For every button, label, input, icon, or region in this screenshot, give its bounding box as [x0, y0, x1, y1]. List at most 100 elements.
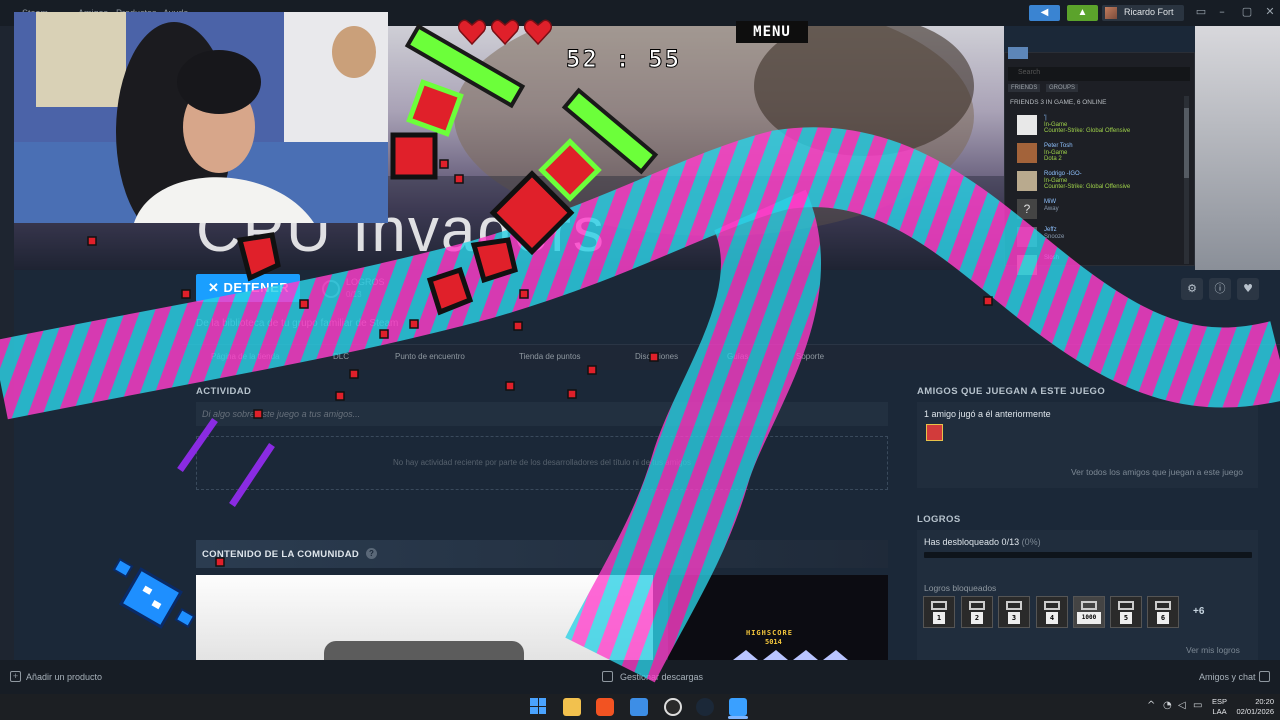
- achievement-badge[interactable]: 1: [923, 596, 955, 628]
- friend-avatar[interactable]: [926, 424, 943, 441]
- community-card-2[interactable]: HIGHSCORE 5014: [668, 575, 888, 660]
- subnav-dlc[interactable]: DLC: [333, 352, 349, 361]
- chevron-up-icon[interactable]: ^: [1147, 700, 1155, 711]
- badge-label: 6: [1157, 612, 1169, 624]
- help-icon[interactable]: ?: [366, 548, 377, 559]
- badge-label: 1000: [1077, 612, 1101, 624]
- heart-icon: [490, 19, 520, 46]
- info-icon: ⓘ: [1214, 282, 1226, 295]
- friend-row[interactable]: Peter Tosh In-Game Dota 2: [1017, 143, 1177, 165]
- achievement-badge[interactable]: 5: [1110, 596, 1142, 628]
- steam-icon[interactable]: [696, 698, 714, 716]
- stop-label: DETENER: [223, 280, 290, 295]
- see-all-friends-link[interactable]: Ver todos los amigos que juegan a este j…: [917, 467, 1243, 477]
- folder-icon[interactable]: [563, 698, 581, 716]
- more-achievements[interactable]: +6: [1193, 606, 1204, 617]
- user-menu[interactable]: Ricardo Fort: [1102, 5, 1184, 21]
- maximize-button[interactable]: ▢: [1239, 4, 1255, 20]
- friend-status: Away: [1044, 205, 1059, 212]
- announcements-button[interactable]: ◀: [1029, 5, 1060, 21]
- achievements-count: 0/13: [346, 290, 362, 299]
- game-menu-button[interactable]: MENU: [736, 21, 808, 43]
- achievements-label[interactable]: LOGROS: [346, 277, 385, 287]
- subnav-guides[interactable]: Guías: [727, 352, 748, 361]
- avatar: [1017, 255, 1037, 275]
- friends-scrollbar-thumb[interactable]: [1184, 108, 1189, 178]
- friend-name: MiW: [1044, 199, 1056, 205]
- subnav-store-page[interactable]: Página de la tienda: [211, 352, 280, 361]
- friends-header: FRIENDS 3 IN GAME, 6 ONLINE: [1010, 99, 1107, 106]
- language-indicator[interactable]: ESP LAA: [1212, 697, 1227, 717]
- stop-button[interactable]: ✕ DETENER: [196, 274, 300, 302]
- question-avatar-icon: ?: [1017, 199, 1037, 219]
- subnav-points-shop[interactable]: Tienda de puntos: [519, 352, 581, 361]
- heart-icon: [523, 19, 553, 46]
- achievement-badge[interactable]: 4: [1036, 596, 1068, 628]
- manage-downloads-button[interactable]: Gestionar descargas: [620, 672, 703, 682]
- minimize-button[interactable]: –: [1214, 4, 1230, 20]
- subnav-support[interactable]: Soporte: [796, 352, 824, 361]
- lives-hearts: [457, 19, 553, 46]
- language-code: ESP: [1212, 697, 1228, 706]
- plus-icon[interactable]: +: [10, 671, 21, 682]
- tab-friends[interactable]: FRIENDS: [1008, 84, 1041, 92]
- friends-search-input[interactable]: Search: [1008, 67, 1190, 81]
- subnav-community-hub[interactable]: Punto de encuentro: [395, 352, 465, 361]
- friend-row[interactable]: '| In-Game Counter-Strike: Global Offens…: [1017, 115, 1177, 137]
- badge-label: 5: [1120, 612, 1132, 624]
- wifi-icon[interactable]: ◔: [1163, 700, 1172, 711]
- download-icon[interactable]: [602, 671, 613, 682]
- activity-title: ACTIVIDAD: [196, 386, 252, 397]
- notepad-icon[interactable]: [630, 698, 648, 716]
- avatar: [1105, 7, 1117, 19]
- screen-icon[interactable]: ▭: [1193, 4, 1209, 20]
- friends-chat-button[interactable]: Amigos y chat: [1199, 672, 1256, 682]
- bell-icon: ▲: [1077, 7, 1088, 18]
- favorite-button[interactable]: ♥: [1237, 278, 1259, 300]
- windows-start-icon[interactable]: [530, 698, 546, 714]
- clock[interactable]: 20:20 02/01/2026: [1232, 697, 1274, 717]
- score-counter: 52 : 55: [565, 45, 682, 74]
- megaphone-icon: ◀: [1040, 7, 1049, 18]
- subnav-discussions[interactable]: Discusiones: [635, 352, 678, 361]
- achievement-badge[interactable]: 1000: [1073, 596, 1105, 628]
- heart-icon: ♥: [1243, 282, 1253, 295]
- activity-input[interactable]: Di algo sobre este juego a tus amigos...: [196, 402, 888, 426]
- settings-button[interactable]: ⚙: [1181, 278, 1203, 300]
- friend-name: Slosh: [1044, 255, 1060, 261]
- info-button[interactable]: ⓘ: [1209, 278, 1231, 300]
- obs-icon[interactable]: [664, 698, 682, 716]
- friend-status: In-Game: [1044, 121, 1068, 128]
- see-my-achievements-link[interactable]: Ver mis logros: [1186, 645, 1240, 655]
- close-button[interactable]: ✕: [1262, 4, 1278, 20]
- community-title: CONTENIDO DE LA COMUNIDAD: [202, 549, 360, 560]
- friend-row[interactable]: Slosh: [1017, 255, 1177, 275]
- achievement-badge[interactable]: 6: [1147, 596, 1179, 628]
- friend-row[interactable]: Jeffz Snooze: [1017, 227, 1177, 249]
- badge-label: 4: [1046, 612, 1058, 624]
- friend-row[interactable]: Rodrigo -IGO- In-Game Counter-Strike: Gl…: [1017, 171, 1177, 193]
- close-icon: ✕: [208, 280, 224, 295]
- spaceships-icon: [733, 650, 848, 660]
- brave-icon[interactable]: [596, 698, 614, 716]
- friend-row[interactable]: ? MiW Away: [1017, 199, 1177, 221]
- friends-tabs: FRIENDS GROUPS: [1008, 84, 1190, 93]
- avatar: [1017, 171, 1037, 191]
- add-product-button[interactable]: Añadir un producto: [26, 672, 102, 682]
- card-thumbnail-shape: [324, 641, 524, 660]
- achievements-percent: (0%): [1021, 537, 1041, 547]
- tab-groups[interactable]: GROUPS: [1046, 84, 1079, 92]
- chat-icon[interactable]: [1259, 671, 1270, 682]
- badge-label: 3: [1008, 612, 1020, 624]
- friend-game: Counter-Strike: Global Offensive: [1044, 184, 1131, 190]
- community-card-1[interactable]: [196, 575, 653, 660]
- notifications-button[interactable]: ▲: [1067, 5, 1098, 21]
- volume-icon[interactable]: ◁: [1178, 700, 1186, 711]
- game-app-icon[interactable]: [729, 698, 747, 716]
- battery-icon[interactable]: ▭: [1193, 700, 1202, 711]
- left-nav-strip: [0, 26, 14, 660]
- heart-icon: [457, 19, 487, 46]
- hero-right-strip: [1195, 26, 1280, 270]
- achievement-badge[interactable]: 2: [961, 596, 993, 628]
- achievement-badge[interactable]: 3: [998, 596, 1030, 628]
